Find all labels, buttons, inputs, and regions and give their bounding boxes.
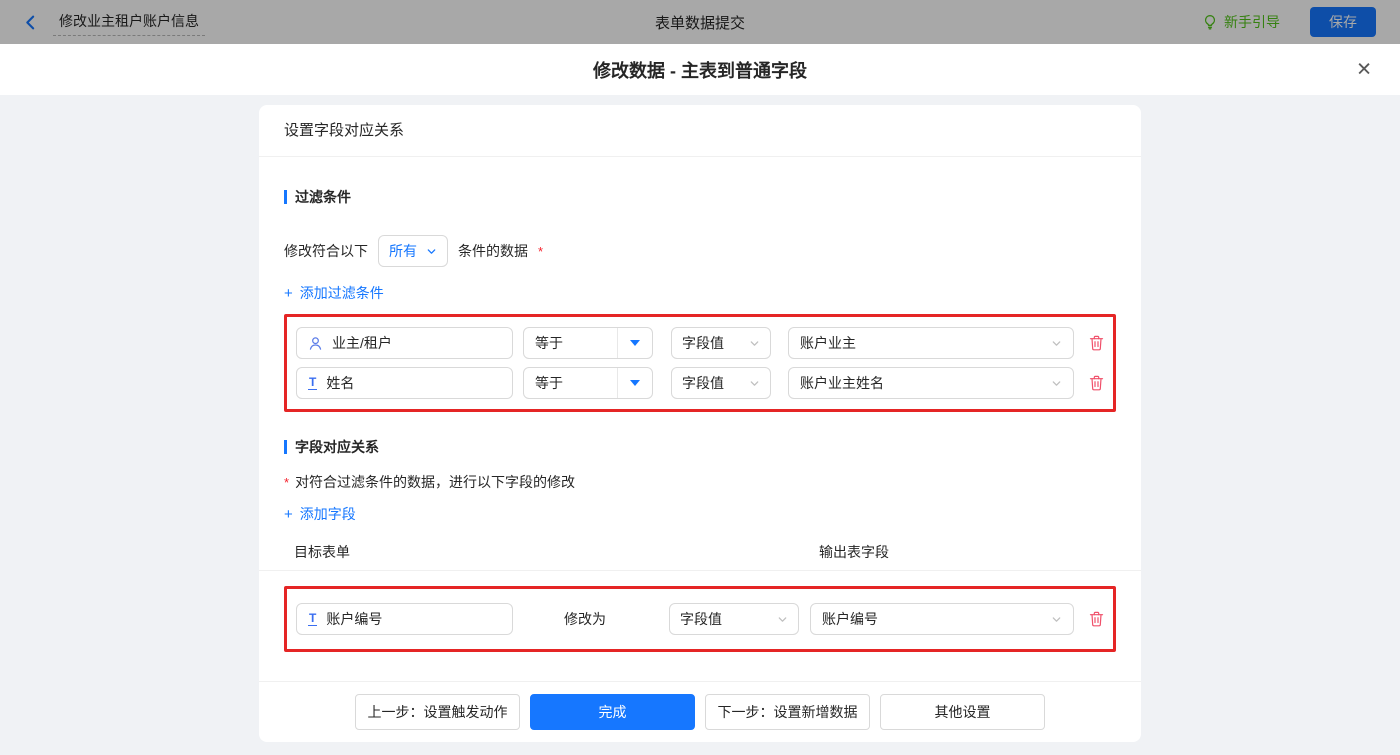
filter-field-input[interactable]: 业主/租户 [296, 327, 513, 359]
target-field-input[interactable]: T 账户编号 [296, 603, 513, 635]
other-settings-button[interactable]: 其他设置 [880, 694, 1045, 730]
modal-body: 设置字段对应关系 过滤条件 修改符合以下 所有 条件的数据 * + [0, 95, 1400, 755]
mapping-section-title: 字段对应关系 [284, 437, 1116, 457]
required-mark: * [538, 244, 543, 259]
card-footer: 上一步：设置触发动作 完成 下一步：设置新增数据 其他设置 [259, 681, 1141, 742]
value-type-select[interactable]: 字段值 [671, 327, 771, 359]
mapping-column-headers: 目标表单 输出表字段 [284, 542, 1116, 559]
operator-select[interactable]: 等于 [523, 327, 653, 359]
chevron-down-icon [777, 614, 788, 625]
plus-icon: + [284, 507, 293, 522]
match-mode-select[interactable]: 所有 [378, 235, 448, 267]
card-body: 过滤条件 修改符合以下 所有 条件的数据 * + 添加过滤条件 [259, 157, 1141, 681]
divider [259, 570, 1141, 571]
caret-down-icon [617, 328, 652, 358]
text-field-icon: T [308, 376, 317, 391]
section-accent-bar [284, 190, 287, 204]
chevron-down-icon [1051, 378, 1062, 389]
target-form-column-label: 目标表单 [294, 542, 350, 562]
prev-step-button[interactable]: 上一步：设置触发动作 [355, 694, 520, 730]
mapping-rows-highlight-box: T 账户编号 修改为 字段值 账户编号 [284, 586, 1116, 652]
match-prefix-label: 修改符合以下 [284, 241, 368, 261]
modify-to-label: 修改为 [564, 609, 606, 629]
match-condition-row: 修改符合以下 所有 条件的数据 * [284, 235, 1116, 267]
chevron-down-icon [1051, 338, 1062, 349]
operator-select[interactable]: 等于 [523, 367, 653, 399]
value-field-select[interactable]: 账户编号 [810, 603, 1074, 635]
done-button[interactable]: 完成 [530, 694, 695, 730]
filter-field-input[interactable]: T 姓名 [296, 367, 513, 399]
modal-header: 修改数据 - 主表到普通字段 ✕ [0, 44, 1400, 95]
close-icon[interactable]: ✕ [1350, 59, 1378, 80]
value-field-select[interactable]: 账户业主 [788, 327, 1074, 359]
filter-section-title: 过滤条件 [284, 187, 1116, 207]
card-title: 设置字段对应关系 [259, 105, 1141, 157]
text-field-icon: T [308, 612, 317, 627]
modal-title: 修改数据 - 主表到普通字段 [593, 57, 807, 83]
filter-rows-highlight-box: 业主/租户 等于 字段值 账户业主 [284, 314, 1116, 412]
lightbulb-icon [1202, 14, 1218, 30]
value-type-select[interactable]: 字段值 [671, 367, 771, 399]
save-button[interactable]: 保存 [1310, 7, 1376, 37]
beginner-guide-link[interactable]: 新手引导 [1202, 12, 1280, 32]
page-title: 表单数据提交 [0, 12, 1400, 33]
caret-down-icon [617, 368, 652, 398]
chevron-down-icon [1051, 614, 1062, 625]
filter-row: 业主/租户 等于 字段值 账户业主 [296, 327, 1104, 359]
user-icon [308, 336, 323, 351]
value-type-select[interactable]: 字段值 [669, 603, 799, 635]
plus-icon: + [284, 286, 293, 301]
filter-row: T 姓名 等于 字段值 账户业主姓名 [296, 367, 1104, 399]
mapping-row: T 账户编号 修改为 字段值 账户编号 [296, 603, 1104, 635]
next-step-button[interactable]: 下一步：设置新增数据 [705, 694, 870, 730]
topbar-actions: 新手引导 保存 [1202, 7, 1376, 37]
add-field-link[interactable]: + 添加字段 [284, 504, 356, 524]
trash-icon[interactable] [1089, 375, 1104, 391]
chevron-down-icon [426, 246, 437, 257]
match-suffix-label: 条件的数据 [458, 241, 528, 261]
mapping-description: * 对符合过滤条件的数据，进行以下字段的修改 [284, 472, 1116, 492]
trash-icon[interactable] [1089, 611, 1104, 627]
chevron-down-icon [749, 378, 760, 389]
output-field-column-label: 输出表字段 [819, 542, 889, 562]
add-filter-condition-link[interactable]: + 添加过滤条件 [284, 283, 384, 303]
chevron-down-icon [749, 338, 760, 349]
value-field-select[interactable]: 账户业主姓名 [788, 367, 1074, 399]
beginner-guide-label: 新手引导 [1224, 12, 1280, 32]
top-bar: 修改业主租户账户信息 表单数据提交 新手引导 保存 [0, 0, 1400, 44]
section-accent-bar [284, 440, 287, 454]
settings-card: 设置字段对应关系 过滤条件 修改符合以下 所有 条件的数据 * + [259, 105, 1141, 742]
trash-icon[interactable] [1089, 335, 1104, 351]
required-mark: * [284, 475, 289, 490]
